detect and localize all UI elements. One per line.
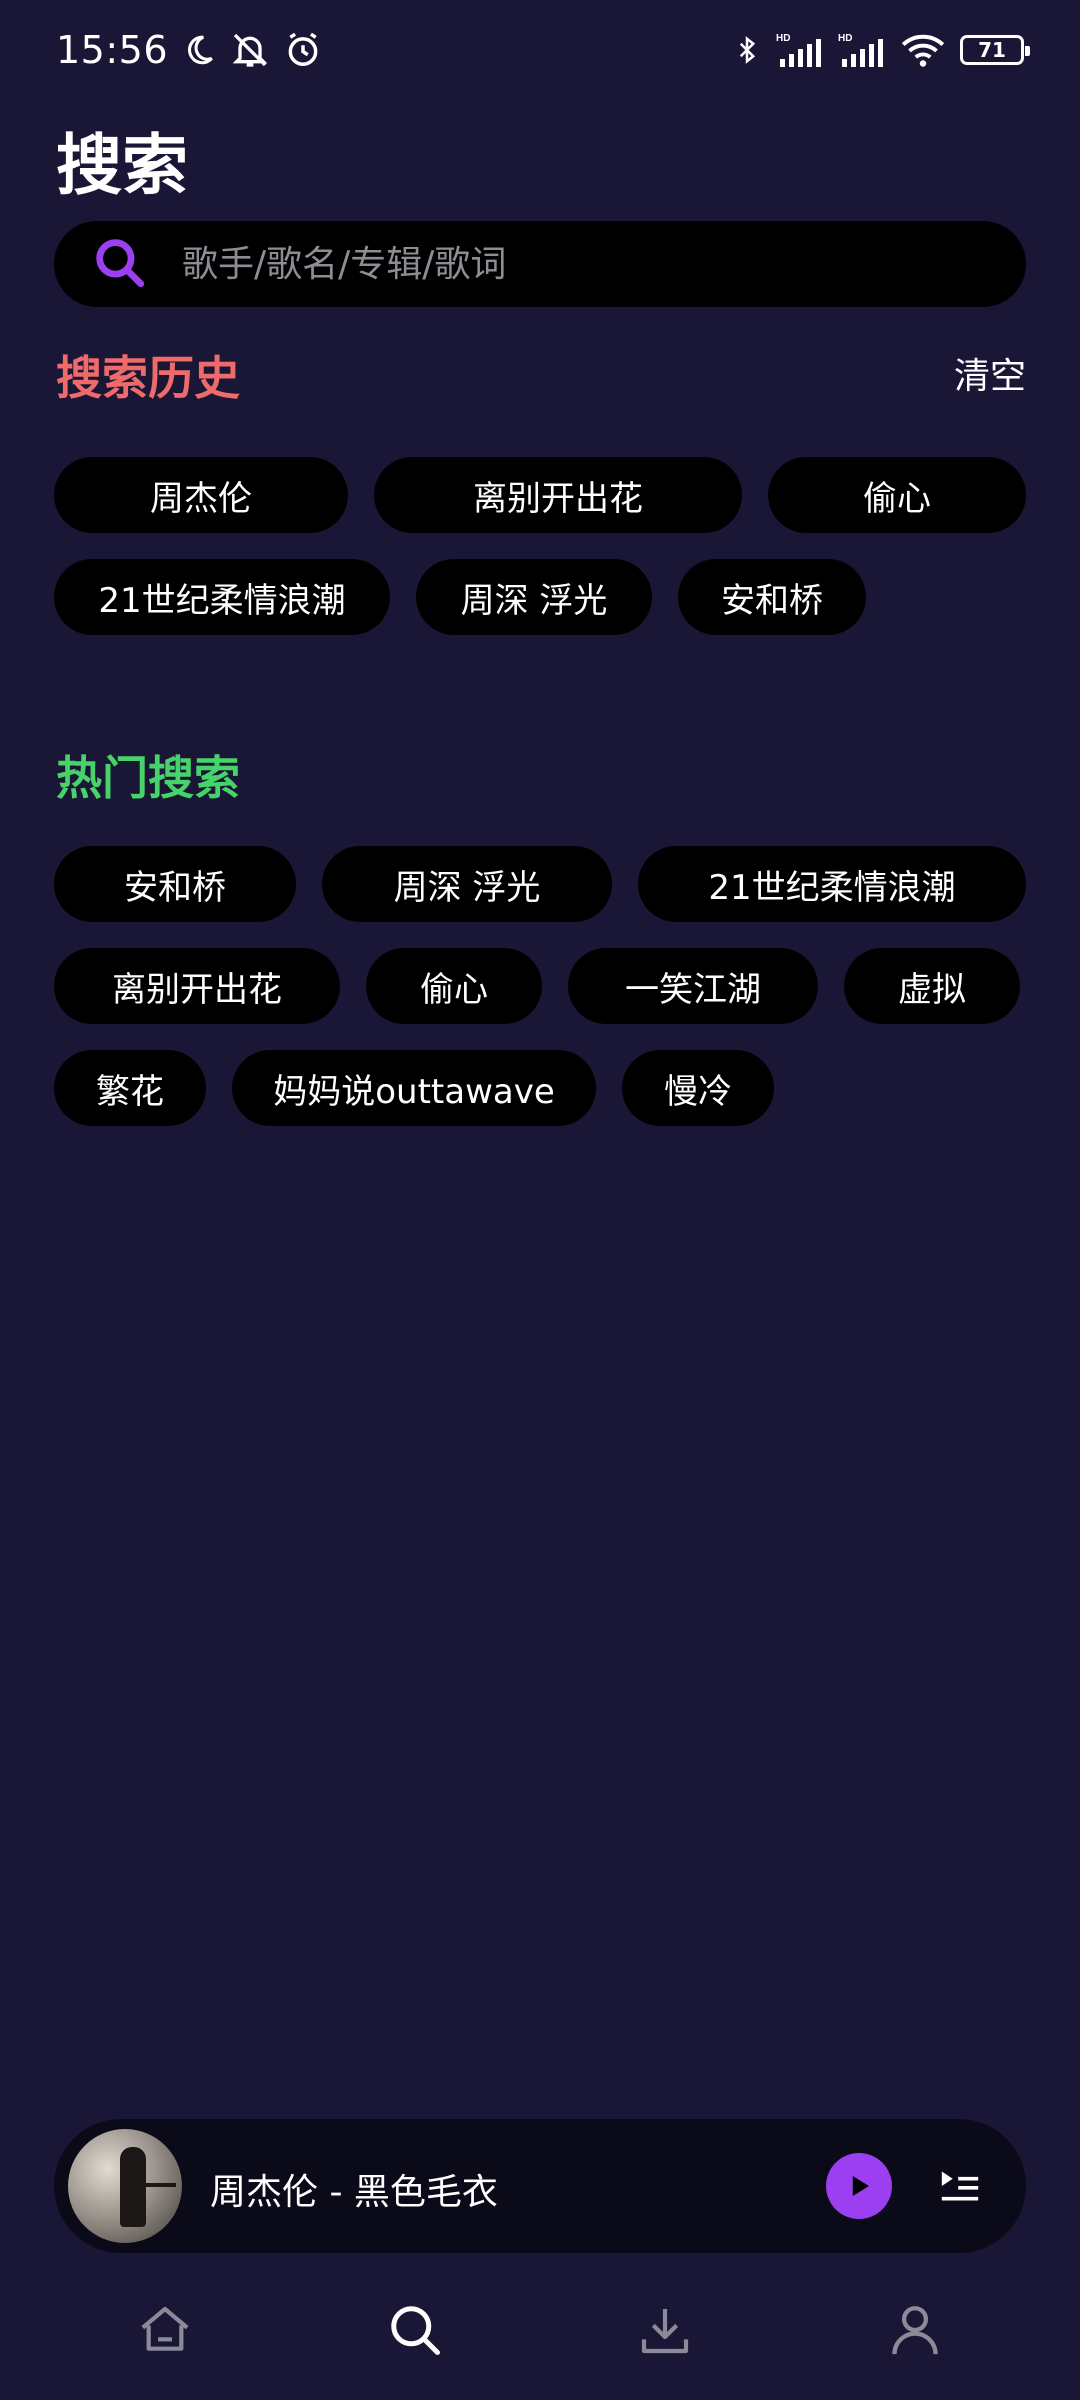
search-icon (90, 233, 148, 295)
search-icon (391, 2306, 440, 2355)
svg-text:HD: HD (838, 33, 852, 44)
now-playing-title: 周杰伦 - 黑色毛衣 (210, 2172, 498, 2213)
page-title: 搜索 (56, 127, 188, 204)
bluetooth-icon (732, 31, 762, 69)
signal-hd-icon: HD (776, 31, 824, 69)
history-chip[interactable]: 偷心 (768, 457, 1026, 533)
hot-chip[interactable]: 一笑江湖 (568, 948, 818, 1024)
hot-chips: 安和桥 周深 浮光 21世纪柔情浪潮 离别开出花 偷心 一笑江湖 虚拟 繁花 妈… (54, 846, 1026, 1126)
history-chip[interactable]: 离别开出花 (374, 457, 742, 533)
alarm-icon (284, 31, 322, 69)
status-time: 15:56 (56, 28, 169, 72)
profile-icon (892, 2306, 938, 2355)
nav-home[interactable] (105, 2285, 225, 2375)
battery-icon: 71 (960, 35, 1030, 65)
download-icon (641, 2309, 689, 2354)
hot-chip[interactable]: 周深 浮光 (322, 846, 612, 922)
search-screen: 15:56 HD HD 71 搜索 歌手/歌名/专辑/歌词 搜索历史 清空 周杰… (0, 0, 1080, 2400)
hot-chip[interactable]: 离别开出花 (54, 948, 340, 1024)
bottom-nav (0, 2280, 1080, 2380)
hot-title: 热门搜索 (56, 751, 240, 805)
album-art[interactable] (68, 2129, 182, 2243)
search-bar[interactable] (54, 221, 1026, 307)
album-cover-text (142, 2183, 176, 2187)
nav-download[interactable] (605, 2285, 725, 2375)
history-title: 搜索历史 (56, 351, 240, 405)
queue-icon (941, 2171, 979, 2201)
history-chip[interactable]: 21世纪柔情浪潮 (54, 559, 390, 635)
moon-icon (182, 33, 216, 67)
history-chips: 周杰伦 离别开出花 偷心 21世纪柔情浪潮 周深 浮光 安和桥 (54, 457, 1026, 635)
hot-chip[interactable]: 慢冷 (622, 1050, 774, 1126)
play-button[interactable] (826, 2153, 892, 2219)
wifi-icon (900, 32, 946, 68)
hot-chip[interactable]: 妈妈说outtawave (232, 1050, 596, 1126)
history-chip[interactable]: 周深 浮光 (416, 559, 652, 635)
hot-chip[interactable]: 21世纪柔情浪潮 (638, 846, 1026, 922)
mini-player[interactable]: 周杰伦 - 黑色毛衣 (54, 2119, 1026, 2253)
hot-chip[interactable]: 虚拟 (844, 948, 1020, 1024)
status-bar: 15:56 HD HD 71 (0, 0, 1080, 100)
search-input[interactable] (182, 234, 962, 294)
signal-hd-icon: HD (838, 31, 886, 69)
home-icon (141, 2306, 189, 2351)
album-figure (120, 2147, 146, 2227)
hot-chip[interactable]: 繁花 (54, 1050, 206, 1126)
play-icon (852, 2176, 869, 2196)
playlist-queue-button[interactable] (934, 2161, 986, 2211)
hot-chip[interactable]: 安和桥 (54, 846, 296, 922)
clear-history-button[interactable]: 清空 (954, 347, 1026, 399)
bell-off-icon (230, 30, 270, 70)
history-chip[interactable]: 周杰伦 (54, 457, 348, 533)
nav-profile[interactable] (855, 2285, 975, 2375)
battery-level: 71 (978, 38, 1006, 62)
history-chip[interactable]: 安和桥 (678, 559, 866, 635)
hot-chip[interactable]: 偷心 (366, 948, 542, 1024)
svg-text:HD: HD (776, 33, 790, 44)
nav-search[interactable] (355, 2285, 475, 2375)
